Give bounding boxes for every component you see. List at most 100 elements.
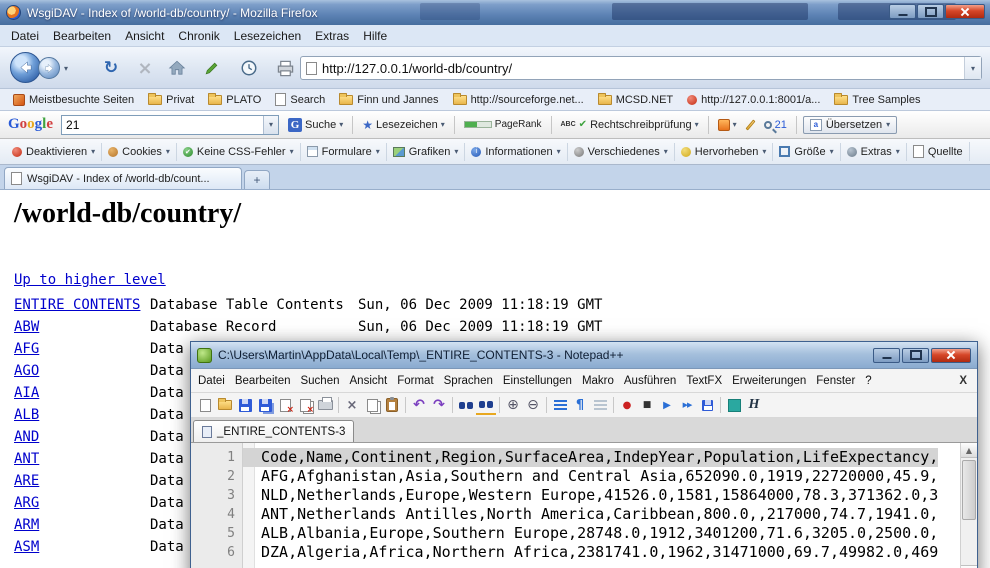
entry-link[interactable]: ARE xyxy=(14,473,150,489)
webdev-informationen[interactable]: iInformationen▾ xyxy=(465,143,567,161)
word-find-count[interactable]: 21 xyxy=(761,117,790,133)
back-button[interactable] xyxy=(10,52,41,83)
webdev-grafiken[interactable]: Grafiken▾ xyxy=(387,143,466,161)
webdev-cookies[interactable]: Cookies▾ xyxy=(102,143,177,161)
url-input[interactable] xyxy=(317,61,964,76)
url-dropdown-button[interactable]: ▾ xyxy=(964,57,981,79)
history-dropdown-icon[interactable]: ▾ xyxy=(64,64,68,73)
copy-icon[interactable] xyxy=(362,396,382,415)
google-bookmarks-button[interactable]: ★Lesezeichen▾ xyxy=(359,116,448,134)
tab-entire-contents[interactable]: _ENTIRE_CONTENTS-3 xyxy=(193,420,354,442)
print-icon[interactable] xyxy=(315,396,335,415)
forward-button[interactable] xyxy=(38,57,60,79)
menu-hilfe[interactable]: Hilfe xyxy=(356,26,394,46)
bookmark-plato[interactable]: PLATO xyxy=(201,92,268,108)
menu-erweiterungen[interactable]: Erweiterungen xyxy=(727,372,811,390)
reload-button[interactable]: ↻ xyxy=(98,55,124,81)
minimize-button[interactable] xyxy=(873,348,900,363)
word-wrap-icon[interactable] xyxy=(550,396,570,415)
webdev-formulare[interactable]: Formulare▾ xyxy=(301,143,387,161)
maximize-button[interactable] xyxy=(902,348,929,363)
notepadpp-window[interactable]: C:\Users\Martin\AppData\Local\Temp\_ENTI… xyxy=(190,341,978,568)
zoom-in-icon[interactable]: ⊕ xyxy=(503,396,523,415)
notepadpp-titlebar[interactable]: C:\Users\Martin\AppData\Local\Temp\_ENTI… xyxy=(191,342,977,369)
record-macro-icon[interactable]: ● xyxy=(617,396,637,415)
menu-bearbeiten[interactable]: Bearbeiten xyxy=(46,26,118,46)
menu-extras[interactable]: Extras xyxy=(308,26,356,46)
zoom-out-icon[interactable]: ⊖ xyxy=(523,396,543,415)
close-button[interactable] xyxy=(931,348,971,363)
save-icon[interactable] xyxy=(235,396,255,415)
history-clock-button[interactable] xyxy=(236,55,262,81)
entry-link[interactable]: AGO xyxy=(14,363,150,379)
stop-button[interactable]: × xyxy=(132,55,158,81)
open-file-icon[interactable] xyxy=(215,396,235,415)
stop-record-icon[interactable]: ■ xyxy=(637,396,657,415)
translate-button[interactable]: aÜbersetzen▾ xyxy=(803,116,897,134)
bookmark-tree-samples[interactable]: Tree Samples xyxy=(827,92,927,108)
menu-datei[interactable]: Datei xyxy=(4,26,46,46)
cut-icon[interactable]: × xyxy=(342,396,362,415)
menu-chronik[interactable]: Chronik xyxy=(171,26,226,46)
menu-textfx[interactable]: TextFX xyxy=(681,372,727,390)
entry-link[interactable]: AND xyxy=(14,429,150,445)
playback-icon[interactable]: ▶ xyxy=(657,396,677,415)
home-button[interactable] xyxy=(164,55,190,81)
find-icon[interactable] xyxy=(456,396,476,415)
save-all-icon[interactable] xyxy=(255,396,275,415)
paste-icon[interactable] xyxy=(382,396,402,415)
menu-ausfuehren[interactable]: Ausführen xyxy=(619,372,681,390)
bookmark-sourceforge[interactable]: http://sourceforge.net... xyxy=(446,92,591,108)
function-list-icon[interactable] xyxy=(724,396,744,415)
menu-datei[interactable]: Datei xyxy=(193,372,230,390)
bookmark-most-visited[interactable]: Meistbesuchte Seiten xyxy=(6,92,141,108)
indent-guide-icon[interactable] xyxy=(590,396,610,415)
pagerank-widget[interactable]: PageRank xyxy=(461,117,545,132)
editor-area[interactable]: 1Code,Name,Continent,Region,SurfaceArea,… xyxy=(191,443,977,568)
menu-bearbeiten[interactable]: Bearbeiten xyxy=(230,372,296,390)
close-all-icon[interactable]: × xyxy=(295,396,315,415)
menu-makro[interactable]: Makro xyxy=(577,372,619,390)
up-to-higher-level-link[interactable]: Up to higher level xyxy=(14,272,166,288)
webdev-verschiedenes[interactable]: Verschiedenes▾ xyxy=(568,143,675,161)
menu-sprachen[interactable]: Sprachen xyxy=(439,372,498,390)
show-all-characters-icon[interactable]: ¶ xyxy=(570,396,590,415)
close-document-button[interactable]: X xyxy=(959,375,967,387)
highlighter-button[interactable] xyxy=(746,117,755,133)
replace-icon[interactable] xyxy=(476,396,496,415)
scroll-up-icon[interactable]: ▲ xyxy=(961,443,977,458)
entry-link[interactable]: ALB xyxy=(14,407,150,423)
entry-link[interactable]: AFG xyxy=(14,341,150,357)
webdev-css[interactable]: ✔Keine CSS-Fehler▾ xyxy=(177,143,301,161)
autofill-button[interactable]: ▾ xyxy=(715,117,740,133)
save-macro-icon[interactable] xyxy=(697,396,717,415)
webdev-extras[interactable]: Extras▾ xyxy=(841,143,907,161)
entry-link[interactable]: ENTIRE CONTENTS xyxy=(14,297,150,313)
close-button[interactable] xyxy=(945,4,985,19)
menu-fenster[interactable]: Fenster xyxy=(811,372,860,390)
firefox-titlebar[interactable]: WsgiDAV - Index of /world-db/country/ - … xyxy=(0,0,990,25)
print-button[interactable] xyxy=(272,55,298,81)
undo-icon[interactable]: ↶ xyxy=(409,396,429,415)
entry-link[interactable]: ANT xyxy=(14,451,150,467)
bookmark-privat[interactable]: Privat xyxy=(141,92,201,108)
new-file-icon[interactable] xyxy=(195,396,215,415)
entry-link[interactable]: ARG xyxy=(14,495,150,511)
menu-einstellungen[interactable]: Einstellungen xyxy=(498,372,577,390)
minimize-button[interactable] xyxy=(889,4,916,19)
search-history-dropdown[interactable]: ▾ xyxy=(263,116,278,134)
entry-link[interactable]: ASM xyxy=(14,539,150,555)
bookmark-finn-und-jannes[interactable]: Finn und Jannes xyxy=(332,92,445,108)
tab-wsgidav[interactable]: WsgiDAV - Index of /world-db/count... xyxy=(4,167,242,189)
vertical-scrollbar[interactable]: ▲ ▼ xyxy=(960,443,977,568)
menu-help[interactable]: ? xyxy=(860,372,876,390)
new-tab-button[interactable]: + xyxy=(244,170,270,189)
menu-suchen[interactable]: Suchen xyxy=(295,372,344,390)
run-macro-multiple-icon[interactable]: ▶▶ xyxy=(677,396,697,415)
spellcheck-button[interactable]: ABC✔Rechtschreibprüfung▾ xyxy=(558,117,702,133)
menu-lesezeichen[interactable]: Lesezeichen xyxy=(227,26,308,46)
webdev-quelltext[interactable]: Quellte xyxy=(907,142,970,161)
maximize-button[interactable] xyxy=(917,4,944,19)
webdev-hervorheben[interactable]: Hervorheben▾ xyxy=(675,143,774,161)
webdev-groesse[interactable]: Größe▾ xyxy=(773,143,840,161)
